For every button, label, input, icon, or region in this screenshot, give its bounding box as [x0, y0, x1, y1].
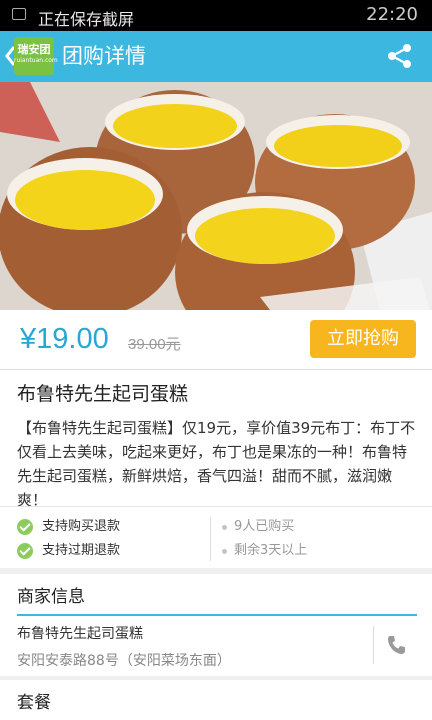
check-icon [17, 543, 33, 559]
feature-refund: 支持购买退款 [42, 519, 121, 534]
merchant-name[interactable]: 布鲁特先生起司蛋糕 [17, 624, 143, 644]
merchant-section-title: 商家信息 [17, 587, 85, 607]
merchant-section: 商家信息 布鲁特先生起司蛋糕 安阳安泰路88号（安阳菜场东面） [0, 574, 432, 676]
original-price: 39.00元 [128, 336, 181, 353]
status-bar: 正在保存截屏 22:20 [0, 0, 432, 31]
product-image [0, 82, 432, 310]
logo-text: 瑞安团 [17, 43, 51, 56]
screenshot-icon [12, 8, 26, 20]
package-section-title: 套餐 [17, 693, 51, 713]
section-underline [17, 614, 417, 616]
divider [373, 626, 374, 664]
app-logo[interactable]: 瑞安团 ruiantuan.com [14, 37, 58, 75]
guarantee-section: 支持购买退款 支持过期退款 9人已购买 剩余3天以上 [0, 506, 432, 568]
share-icon[interactable] [386, 42, 414, 70]
divider [210, 517, 211, 561]
phone-icon[interactable] [386, 634, 406, 656]
bullet-icon [222, 525, 227, 530]
status-time: 22:20 [366, 4, 418, 25]
buy-now-button[interactable]: 立即抢购 [310, 320, 416, 358]
product-detail: 布鲁特先生起司蛋糕 【布鲁特先生起司蛋糕】仅19元，享价值39元布丁：布丁不仅看… [0, 370, 432, 509]
page-title: 团购详情 [62, 44, 146, 68]
price-bar: ¥19.00 39.00元 立即抢购 [0, 310, 432, 370]
sold-count: 9人已购买 [234, 519, 295, 534]
package-section: 套餐 [0, 680, 432, 720]
check-icon [17, 519, 33, 535]
deal-price: ¥19.00 [20, 323, 109, 355]
title-bar: 瑞安团 ruiantuan.com 团购详情 [0, 31, 432, 82]
time-remaining: 剩余3天以上 [234, 543, 308, 558]
product-description: 【布鲁特先生起司蛋糕】仅19元，享价值39元布丁：布丁不仅看上去美味，吃起来更好… [17, 419, 416, 509]
merchant-address[interactable]: 安阳安泰路88号（安阳菜场东面） [17, 651, 231, 671]
product-name: 布鲁特先生起司蛋糕 [17, 383, 189, 405]
logo-sub: ruiantuan.com [14, 57, 58, 64]
feature-expired-refund: 支持过期退款 [42, 543, 121, 558]
bullet-icon [222, 549, 227, 554]
status-text: 正在保存截屏 [38, 10, 135, 29]
